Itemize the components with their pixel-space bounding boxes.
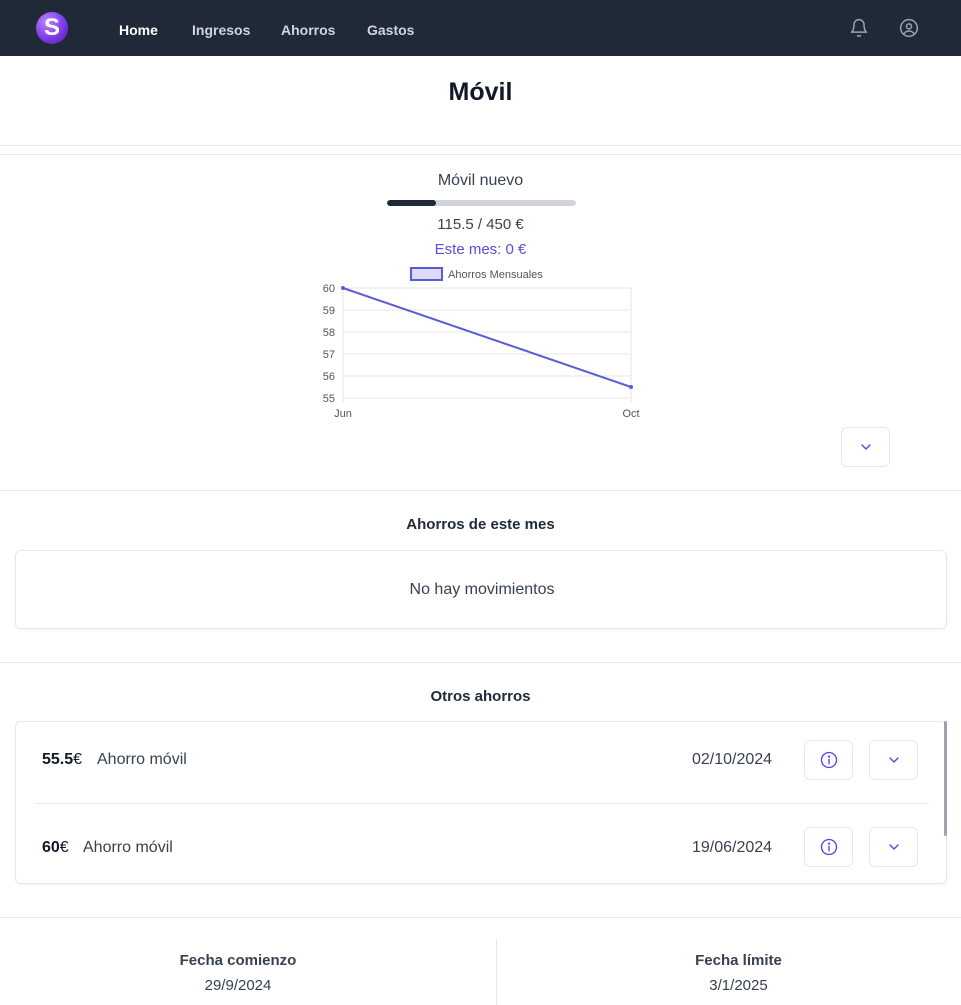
data-point [629, 385, 633, 389]
saving-date: 02/10/2024 [692, 751, 773, 768]
saving-description: Ahorro móvil [83, 839, 173, 856]
x-tick-label: Jun [334, 408, 352, 420]
series-line [342, 287, 632, 388]
saving-info-button[interactable] [804, 827, 853, 867]
nav-link-ahorros[interactable]: Ahorros [281, 0, 335, 56]
bell-icon[interactable] [849, 18, 869, 38]
dates-divider [496, 938, 497, 1005]
x-tick-label: Oct [622, 408, 639, 420]
list-scrollbar[interactable] [944, 721, 947, 836]
saving-expand-button[interactable] [869, 740, 918, 780]
end-date-value: 3/1/2025 [709, 977, 768, 994]
y-tick-label: 60 [323, 283, 335, 295]
saving-amount: 55.5€ [42, 751, 83, 768]
divider [0, 490, 961, 491]
start-date-value: 29/9/2024 [204, 977, 272, 994]
saving-amount: 60€ [42, 839, 69, 856]
section-title-this-month: Ahorros de este mes [406, 516, 555, 533]
nav-link-gastos[interactable]: Gastos [367, 0, 414, 56]
legend-label: Ahorros Mensuales [448, 269, 543, 281]
savings-list: 55.5€ Ahorro móvil 02/10/2024 60€ Ahorro… [15, 721, 947, 884]
empty-state-text: No hay movimientos [409, 581, 555, 598]
page-title: Móvil [448, 78, 513, 106]
y-tick-label: 56 [323, 371, 335, 383]
data-point [341, 286, 345, 290]
goal-name: Móvil nuevo [437, 172, 524, 189]
info-icon [820, 838, 837, 856]
y-tick-label: 58 [323, 327, 335, 339]
saving-expand-button[interactable] [869, 827, 918, 867]
chevron-down-icon [888, 757, 899, 763]
section-title-others: Otros ahorros [430, 688, 531, 705]
nav-link-ingresos[interactable]: Ingresos [192, 0, 250, 56]
nav-link-home[interactable]: Home [119, 0, 158, 56]
goal-month-amount: Este mes: 0 € [434, 241, 527, 258]
chevron-down-icon [888, 844, 899, 850]
end-date-label: Fecha límite [695, 952, 782, 969]
chevron-down-icon [860, 444, 871, 450]
row-divider [36, 803, 929, 804]
saving-info-button[interactable] [804, 740, 853, 780]
divider [0, 662, 961, 663]
start-date-label: Fecha comienzo [179, 952, 297, 969]
saving-date: 19/06/2024 [692, 839, 773, 856]
monthly-savings-chart: Ahorros Mensuales 55 56 57 58 59 60 Jun Oct [323, 267, 640, 420]
goal-progress-bar [387, 200, 576, 206]
expand-chart-button[interactable] [841, 427, 890, 467]
divider [0, 154, 961, 155]
app-logo[interactable]: S [36, 12, 68, 44]
goal-amount: 115.5 / 450 € [437, 216, 524, 233]
navbar: S Home Ingresos Ahorros Gastos [0, 0, 961, 56]
legend-swatch [410, 267, 443, 281]
saving-description: Ahorro móvil [97, 751, 187, 768]
y-tick-label: 59 [323, 305, 335, 317]
user-circle-icon[interactable] [899, 18, 919, 38]
y-tick-label: 55 [323, 393, 335, 405]
goal-progress-fill [387, 200, 436, 206]
y-tick-label: 57 [323, 349, 335, 361]
divider [0, 917, 961, 918]
info-icon [820, 751, 837, 769]
this-month-card: No hay movimientos [15, 550, 947, 629]
page-header: Móvil [0, 56, 961, 146]
